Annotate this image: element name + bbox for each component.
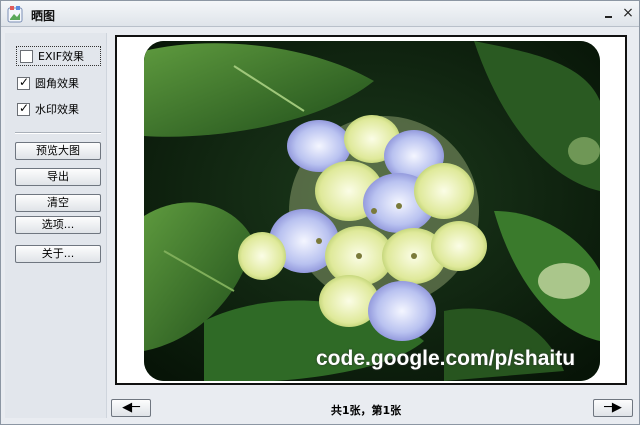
clear-button[interactable]: 清空 [15, 194, 101, 212]
right-arrow-icon: ─▶ [604, 400, 622, 415]
about-button[interactable]: 关于... [15, 245, 101, 263]
exif-effect-label: EXIF效果 [38, 50, 85, 63]
rounded-checkbox-box[interactable] [17, 75, 30, 90]
options-button[interactable]: 选项... [15, 216, 101, 234]
rounded-corner-checkbox[interactable]: 圆角效果 [17, 73, 79, 93]
app-window: 晒图 × EXIF效果 圆角效果 水印效果 预览大图 导出 清空 选项... 关… [0, 0, 640, 425]
page-status: 共1张，第1张 [330, 404, 402, 417]
exif-effect-checkbox[interactable]: EXIF效果 [16, 46, 101, 66]
minimize-button[interactable] [602, 6, 616, 20]
sidebar-divider [15, 132, 101, 134]
hydrangea-photo: code.google.com/p/shaitu [144, 41, 600, 381]
watermark-checkbox[interactable]: 水印效果 [17, 99, 79, 119]
next-button[interactable]: ─▶ [593, 399, 633, 417]
preview-large-button[interactable]: 预览大图 [15, 142, 101, 160]
watermark-effect-label: 水印效果 [35, 103, 79, 116]
window-title: 晒图 [31, 9, 56, 23]
photo-artwork [144, 41, 600, 381]
close-button[interactable]: × [621, 6, 635, 20]
photo-watermark-text: code.google.com/p/shaitu [316, 347, 576, 370]
title-bar: 晒图 × [1, 1, 639, 27]
left-arrow-icon: ◀─ [122, 400, 140, 415]
rounded-corner-label: 圆角效果 [35, 77, 79, 90]
previous-button[interactable]: ◀─ [111, 399, 151, 417]
exif-checkbox-box[interactable] [20, 49, 33, 63]
watermark-checkbox-box[interactable] [17, 101, 30, 116]
export-button[interactable]: 导出 [15, 168, 101, 186]
app-icon [7, 6, 23, 23]
image-preview-frame: code.google.com/p/shaitu [115, 35, 627, 385]
